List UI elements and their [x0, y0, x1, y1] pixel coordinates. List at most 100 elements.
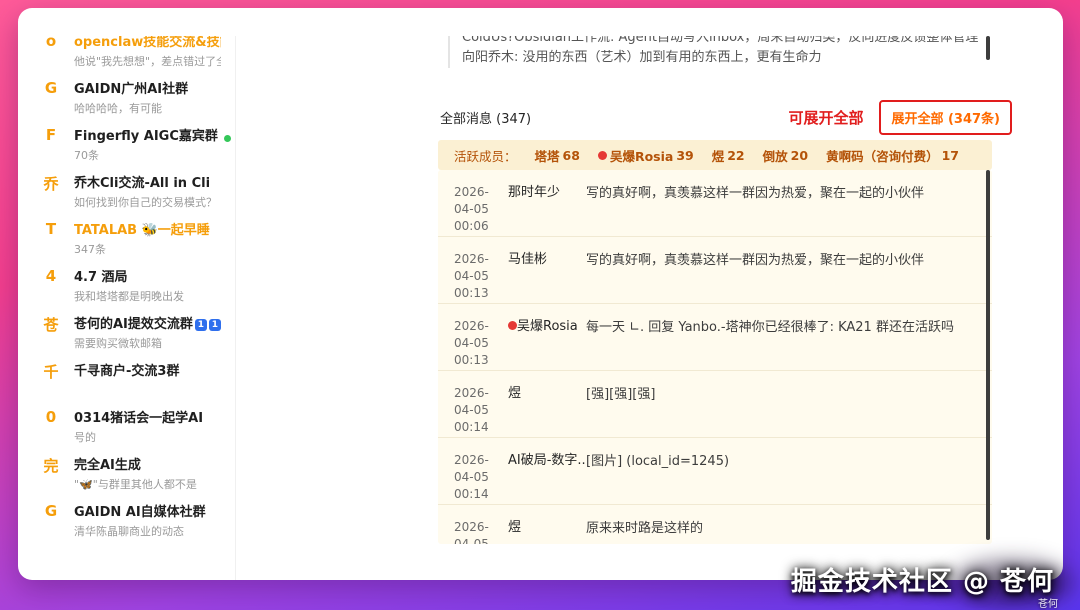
chat-list-item[interactable]: o openclaw技能交流&技能群 他说"我先想想"，差点错过了全 [40, 36, 235, 74]
message-row: 2026-04-05 00:14 煜 [强][强][强] [438, 371, 992, 438]
app-content: o openclaw技能交流&技能群 他说"我先想想"，差点错过了全 G GAI… [18, 36, 1063, 580]
member-count: 20 [791, 148, 808, 163]
group-subtitle: 我和塔塔都是明晚出发 [74, 288, 221, 304]
message-time: 2026-04-05 00:14 [454, 452, 508, 504]
message-time: 2026-04-05 00:13 [454, 318, 508, 370]
message-list: 2026-04-05 00:06 那时年少 写的真好啊，真羡慕这样一群因为热爱，… [438, 170, 992, 544]
group-title: 0314猪话会一起学AI [74, 407, 221, 426]
message-text: [强][强][强] [586, 385, 976, 437]
app-window: o openclaw技能交流&技能群 他说"我先想想"，差点错过了全 G GAI… [18, 8, 1063, 580]
group-title: 苍何的AI提效交流群11 [74, 313, 221, 332]
message-sender: 吴爆Rosia [508, 318, 586, 370]
watermark-subtext: 苍何 [1038, 595, 1058, 610]
active-members-bar: 活跃成员： 塔塔68 吴爆Rosia39 煜22 倒放20 黄啊码（咨询付费）1… [438, 140, 992, 170]
message-clock: 00:13 [454, 353, 489, 367]
group-title-text: 苍何的AI提效交流群 [74, 317, 193, 332]
message-sender: AI破局-数字... [508, 452, 586, 504]
message-row: 2026-04-05 00:14 AI破局-数字... [图片] (local_… [438, 438, 992, 505]
message-sender: 马佳彬 [508, 251, 586, 303]
chat-list-item[interactable]: 千 千寻商户-交流3群 [40, 356, 235, 403]
expand-all-button[interactable]: 展开全部 (347条) [879, 100, 1012, 135]
group-avatar: 千 [40, 360, 62, 403]
group-subtitle: 哈哈哈哈，有可能 [74, 100, 221, 116]
message-text: [图片] (local_id=1245) [586, 452, 976, 504]
badge-icon: 1 [209, 319, 221, 331]
scrollbar-thumb[interactable] [986, 36, 990, 60]
messages-header-row: 全部消息 (347) 可展开全部 展开全部 (347条) [440, 100, 1012, 134]
scrollbar-thumb[interactable] [986, 170, 990, 540]
messages-count-label: 全部消息 (347) [440, 108, 531, 127]
message-text: 写的真好啊，真羡慕这样一群因为热爱，聚在一起的小伙伴 [586, 184, 976, 236]
message-row: 2026-04-05 00:13 马佳彬 写的真好啊，真羡慕这样一群因为热爱，聚… [438, 237, 992, 304]
group-avatar: G [40, 501, 62, 544]
group-title: 千寻商户-交流3群 [74, 360, 221, 379]
chat-list-item[interactable]: 完 完全AI生成 "🦋"与群里其他人都不是 [40, 450, 235, 497]
member-name: 吴爆Rosia [610, 146, 673, 165]
active-member: 倒放20 [763, 146, 808, 165]
group-avatar: 4 [40, 266, 62, 309]
group-subtitle: 号的 [74, 429, 221, 445]
message-clock: 00:14 [454, 487, 489, 501]
group-avatar: o [40, 36, 62, 74]
chat-list-item[interactable]: G GAIDN广州AI社群 哈哈哈哈，有可能 [40, 74, 235, 121]
member-name: 黄啊码（咨询付费） [826, 146, 939, 165]
message-time: 2026-04-05 00:14 [454, 385, 508, 437]
red-dot-icon [508, 321, 517, 330]
message-date: 2026-04-05 [454, 185, 489, 216]
member-count: 17 [942, 148, 959, 163]
summary-quote-block: ColdUs?Obsidian工作流: Agent自动写入inbox，周末自动归… [448, 36, 992, 68]
group-title: 乔木Cli交流-All in Cli [74, 172, 221, 191]
group-avatar: 0 [40, 407, 62, 450]
group-subtitle: "🦋"与群里其他人都不是 [74, 476, 221, 492]
chat-list-item[interactable]: 乔 乔木Cli交流-All in Cli 如何找到你自己的交易模式？ [40, 168, 235, 215]
group-subtitle: 需要购买微软邮箱 [74, 335, 221, 351]
active-member: 煜22 [712, 146, 745, 165]
group-avatar: 完 [40, 454, 62, 497]
group-title: 4.7 酒局 [74, 266, 221, 285]
message-time: 2026-04-05 00:06 [454, 184, 508, 236]
message-clock: 00:06 [454, 219, 489, 233]
message-time: 2026-04-05 [454, 519, 508, 544]
group-avatar: 乔 [40, 172, 62, 215]
message-row: 2026-04-05 00:13 吴爆Rosia 每一天 ∟. 回复 Yanbo… [438, 304, 992, 371]
sender-name-text: 吴爆Rosia [517, 319, 578, 334]
member-count: 68 [563, 148, 580, 163]
group-avatar: 苍 [40, 313, 62, 356]
chat-list-item[interactable]: T TATALAB 🐝一起早睡 347条 [40, 215, 235, 262]
message-clock: 00:13 [454, 286, 489, 300]
chat-list-item[interactable]: F Fingerfly AIGC嘉宾群 70条 [40, 121, 235, 168]
chat-list-item[interactable]: 4 4.7 酒局 我和塔塔都是明晚出发 [40, 262, 235, 309]
group-title: TATALAB 🐝一起早睡 [74, 219, 221, 238]
group-title: Fingerfly AIGC嘉宾群 [74, 125, 221, 144]
group-subtitle: 70条 [74, 147, 221, 163]
message-sender: 煜 [508, 519, 586, 544]
group-avatar: G [40, 78, 62, 121]
active-member: 吴爆Rosia39 [598, 146, 694, 165]
chat-list-sidebar: o openclaw技能交流&技能群 他说"我先想想"，差点错过了全 G GAI… [18, 36, 236, 580]
message-time: 2026-04-05 00:13 [454, 251, 508, 303]
group-title: GAIDN广州AI社群 [74, 78, 221, 97]
annotation-text: 可展开全部 [788, 107, 863, 128]
message-text: 每一天 ∟. 回复 Yanbo.-塔神你已经很棒了: KA21 群还在活跃吗 [586, 318, 976, 370]
message-date: 2026-04-05 [454, 520, 489, 544]
member-count: 22 [727, 148, 744, 163]
message-row: 2026-04-05 00:06 那时年少 写的真好啊，真羡慕这样一群因为热爱，… [438, 170, 992, 237]
message-date: 2026-04-05 [454, 386, 489, 417]
message-date: 2026-04-05 [454, 453, 489, 484]
group-avatar: F [40, 125, 62, 168]
chat-list-item[interactable]: 苍 苍何的AI提效交流群11 需要购买微软邮箱 [40, 309, 235, 356]
message-sender: 那时年少 [508, 184, 586, 236]
group-subtitle: 他说"我先想想"，差点错过了全 [74, 53, 221, 69]
message-clock: 00:14 [454, 420, 489, 434]
group-title: GAIDN AI自媒体社群 [74, 501, 221, 520]
chat-list-item[interactable]: G GAIDN AI自媒体社群 清华陈晶聊商业的动态 [40, 497, 235, 544]
group-title: 完全AI生成 [74, 454, 221, 473]
group-subtitle: 清华陈晶聊商业的动态 [74, 523, 221, 539]
member-name: 塔塔 [535, 146, 560, 165]
chat-detail-panel: ColdUs?Obsidian工作流: Agent自动写入inbox，周末自动归… [438, 36, 992, 580]
unread-dot-icon [224, 135, 231, 142]
chat-list-item[interactable]: 0 0314猪话会一起学AI 号的 [40, 403, 235, 450]
summary-quote-line: ColdUs?Obsidian工作流: Agent自动写入inbox，周末自动归… [462, 36, 992, 48]
member-count: 39 [676, 148, 693, 163]
message-date: 2026-04-05 [454, 319, 489, 350]
